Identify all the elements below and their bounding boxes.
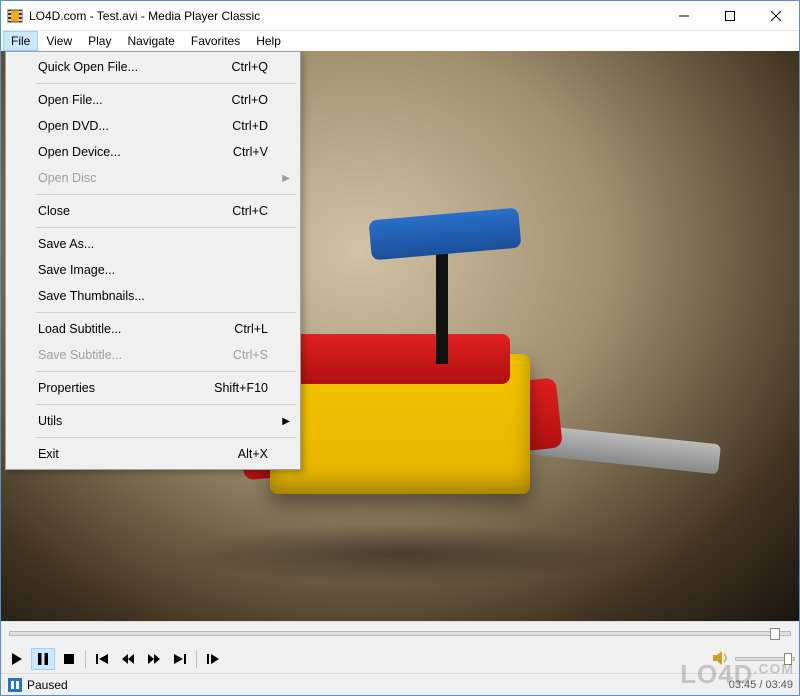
menu-item-label: Exit (38, 447, 59, 461)
menu-view[interactable]: View (38, 31, 80, 51)
status-time: 03:45 / 03:49 (729, 679, 793, 691)
menu-item-label: Close (38, 204, 70, 218)
menu-item-shortcut: Ctrl+V (233, 145, 268, 159)
menu-item-shortcut: Alt+X (238, 447, 268, 461)
menu-item-label: Open DVD... (38, 119, 109, 133)
menu-save-thumbnails[interactable]: Save Thumbnails... (8, 283, 298, 309)
menu-item-shortcut: Ctrl+C (232, 204, 268, 218)
menu-item-label: Save Subtitle... (38, 348, 122, 362)
menu-separator (36, 312, 296, 313)
menu-open-dvd[interactable]: Open DVD... Ctrl+D (8, 113, 298, 139)
menu-open-file[interactable]: Open File... Ctrl+O (8, 87, 298, 113)
status-icon (7, 677, 23, 693)
menu-open-device[interactable]: Open Device... Ctrl+V (8, 139, 298, 165)
menu-separator (36, 404, 296, 405)
menu-item-shortcut: Ctrl+Q (232, 60, 268, 74)
menu-item-shortcut: Ctrl+D (232, 119, 268, 133)
menu-favorites[interactable]: Favorites (183, 31, 248, 51)
menu-item-label: Load Subtitle... (38, 322, 121, 336)
fast-forward-button[interactable] (142, 648, 166, 670)
playback-controls (1, 645, 799, 673)
maximize-button[interactable] (707, 1, 753, 31)
menu-save-subtitle: Save Subtitle... Ctrl+S (8, 342, 298, 368)
menu-navigate[interactable]: Navigate (119, 31, 182, 51)
menu-item-shortcut: Ctrl+O (232, 93, 268, 107)
volume-thumb[interactable] (784, 653, 792, 665)
menu-save-as[interactable]: Save As... (8, 231, 298, 257)
seek-thumb[interactable] (770, 628, 780, 640)
menu-item-shortcut: Shift+F10 (214, 381, 268, 395)
play-button[interactable] (5, 648, 29, 670)
menu-item-shortcut: Ctrl+S (233, 348, 268, 362)
skip-back-button[interactable] (90, 648, 114, 670)
menu-play[interactable]: Play (80, 31, 119, 51)
rewind-button[interactable] (116, 648, 140, 670)
pause-button[interactable] (31, 648, 55, 670)
menu-item-label: Quick Open File... (38, 60, 138, 74)
menu-load-subtitle[interactable]: Load Subtitle... Ctrl+L (8, 316, 298, 342)
menu-help[interactable]: Help (248, 31, 289, 51)
separator (85, 650, 86, 668)
menu-item-label: Open Device... (38, 145, 121, 159)
app-icon (7, 8, 23, 24)
file-menu-dropdown: Quick Open File... Ctrl+Q Open File... C… (5, 51, 301, 470)
menu-separator (36, 194, 296, 195)
frame-step-button[interactable] (201, 648, 225, 670)
menu-item-label: Save Image... (38, 263, 115, 277)
separator (196, 650, 197, 668)
menu-separator (36, 371, 296, 372)
volume-icon[interactable] (713, 651, 729, 668)
window-title: LO4D.com - Test.avi - Media Player Class… (29, 9, 661, 23)
menu-item-label: Open Disc (38, 171, 96, 185)
menu-item-label: Save Thumbnails... (38, 289, 145, 303)
close-button[interactable] (753, 1, 799, 31)
menu-save-image[interactable]: Save Image... (8, 257, 298, 283)
seek-track[interactable] (9, 631, 791, 636)
menu-quick-open-file[interactable]: Quick Open File... Ctrl+Q (8, 54, 298, 80)
menu-separator (36, 83, 296, 84)
status-bar: Paused 03:45 / 03:49 (1, 673, 799, 695)
menu-item-label: Utils (38, 414, 62, 428)
menu-open-disc: Open Disc ▶ (8, 165, 298, 191)
menu-item-label: Save As... (38, 237, 94, 251)
menu-utils[interactable]: Utils ▶ (8, 408, 298, 434)
title-bar: LO4D.com - Test.avi - Media Player Class… (1, 1, 799, 31)
menu-bar: File View Play Navigate Favorites Help (1, 31, 799, 51)
menu-properties[interactable]: Properties Shift+F10 (8, 375, 298, 401)
status-text: Paused (27, 678, 68, 692)
submenu-arrow-icon: ▶ (282, 173, 290, 184)
submenu-arrow-icon: ▶ (282, 416, 290, 427)
skip-forward-button[interactable] (168, 648, 192, 670)
menu-item-shortcut: Ctrl+L (234, 322, 268, 336)
menu-item-label: Properties (38, 381, 95, 395)
seek-bar[interactable] (1, 621, 799, 645)
menu-close[interactable]: Close Ctrl+C (8, 198, 298, 224)
menu-separator (36, 227, 296, 228)
volume-slider[interactable] (735, 657, 795, 661)
menu-item-label: Open File... (38, 93, 103, 107)
minimize-button[interactable] (661, 1, 707, 31)
stop-button[interactable] (57, 648, 81, 670)
menu-file[interactable]: File (3, 31, 38, 51)
menu-exit[interactable]: Exit Alt+X (8, 441, 298, 467)
menu-separator (36, 437, 296, 438)
window-controls (661, 1, 799, 31)
